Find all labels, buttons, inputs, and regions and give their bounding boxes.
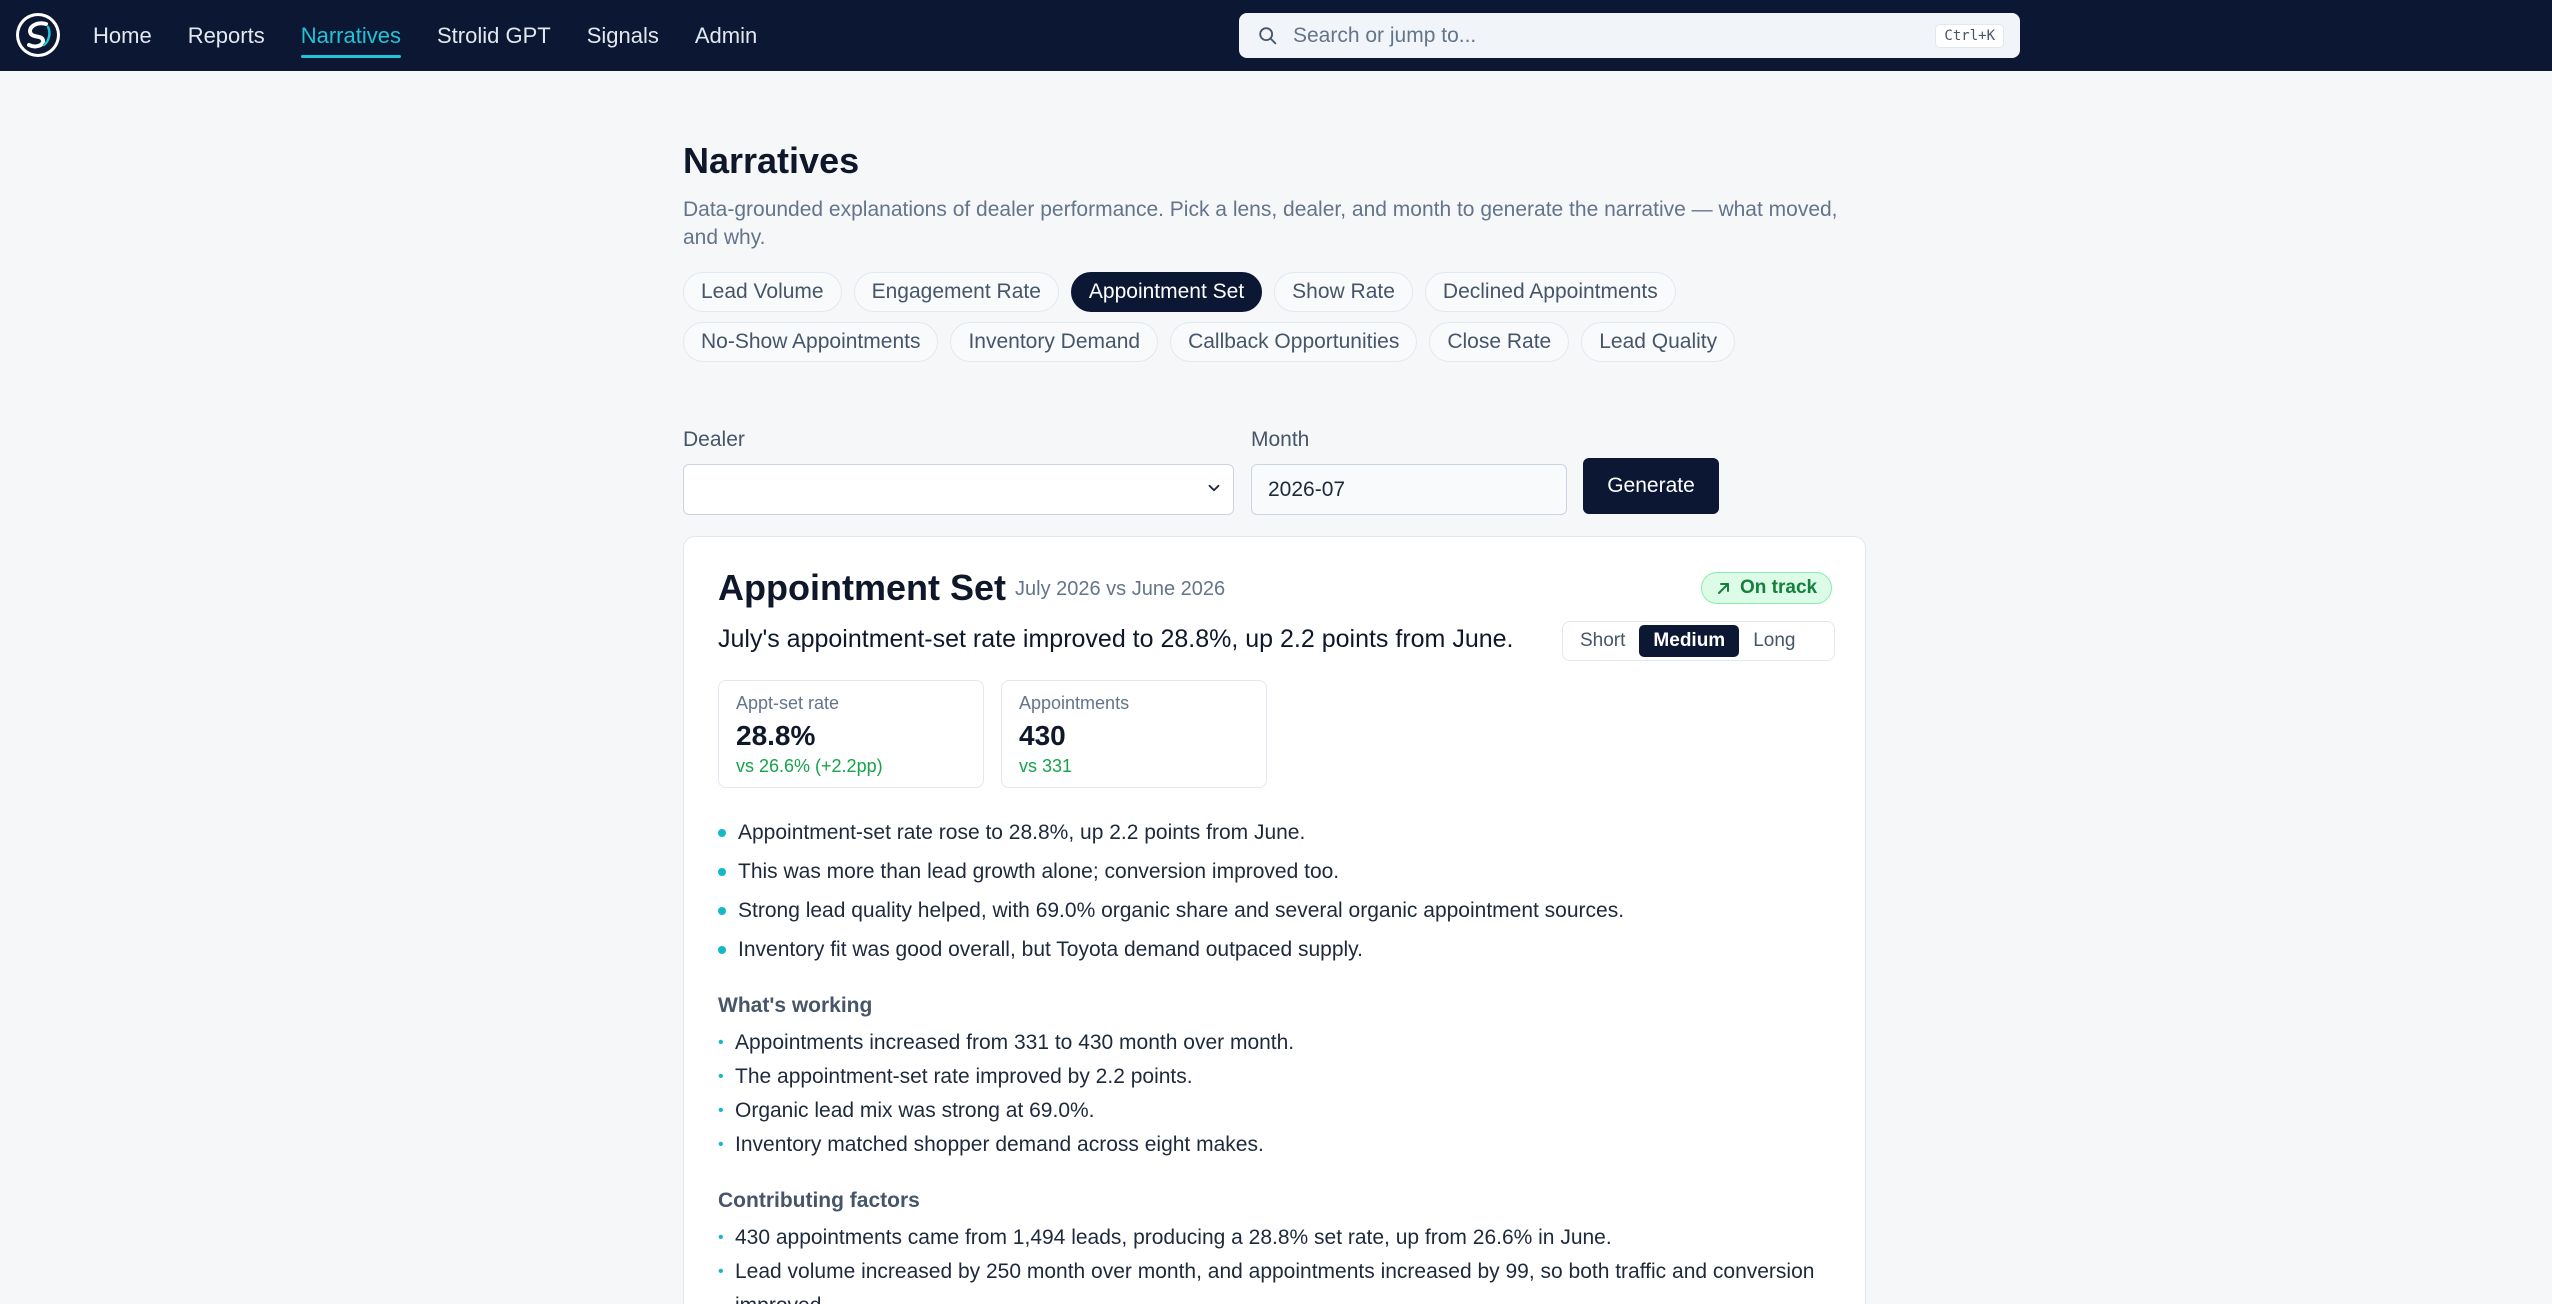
summary-text: Inventory fit was good overall, but Toyo… [738,938,1363,961]
metric-value: 430 [1019,720,1066,751]
narrative-card: Appointment Set July 2026 vs June 2026 O… [683,536,1866,1304]
metric-card-appointments: Appointments 430 vs 331 [1001,680,1267,788]
list-item-text: 430 appointments came from 1,494 leads, … [735,1226,1612,1249]
contributing-factors-heading: Contributing factors [718,1189,920,1212]
bullet-dot-icon: • [718,1263,724,1280]
narrative-title: Appointment Set [718,567,1006,608]
list-item-text: Lead volume increased by 250 month over … [735,1260,1815,1304]
bullet-dot-icon: • [718,1136,724,1153]
strolid-logo-icon[interactable] [16,13,60,57]
list-item: • The appointment-set rate improved by 2.… [718,1060,1818,1094]
nav-signals[interactable]: Signals [587,0,659,71]
whats-working-heading: What's working [718,994,873,1017]
status-badge: On track [1701,572,1833,604]
summary-item: Inventory fit was good overall, but Toyo… [718,938,1818,977]
dealer-label: Dealer [683,428,745,451]
list-item: • Lead volume increased by 250 month over… [718,1255,1818,1304]
dealer-select[interactable] [683,464,1234,515]
summary-text: Appointment-set rate rose to 28.8%, up 2… [738,821,1306,844]
month-label: Month [1251,428,1310,451]
length-short-button[interactable]: Short [1566,625,1639,657]
narrative-period: July 2026 vs June 2026 [1015,578,1226,600]
metric-delta: vs 26.6% (+2.2pp) [736,756,883,776]
main-nav: Home Reports Narratives Strolid GPT Sign… [93,0,793,71]
page-description: Data-grounded explanations of dealer per… [683,198,1838,249]
chevron-down-icon [1208,484,1220,492]
lens-row: Lead Volume Engagement Rate Appointment … [683,272,1866,312]
list-item-text: Inventory matched shopper demand across … [735,1133,1264,1156]
bullet-dot-icon [718,868,726,876]
lens-selector: Lead Volume Engagement Rate Appointment … [683,272,1866,362]
lens-chip-engagement-rate[interactable]: Engagement Rate [853,272,1059,312]
lens-chip-lead-quality[interactable]: Lead Quality [1581,322,1736,362]
month-input[interactable]: 2026-07 [1251,464,1567,515]
lens-chip-show-rate[interactable]: Show Rate [1274,272,1413,312]
page-title: Narratives [683,140,860,181]
summary-item: Appointment-set rate rose to 28.8%, up 2… [718,821,1818,860]
lens-chip-lead-volume[interactable]: Lead Volume [683,272,842,312]
bullet-dot-icon [718,907,726,915]
status-badge-label: On track [1740,577,1818,598]
bullet-dot-icon: • [718,1229,724,1246]
summary-text: Strong lead quality helped, with 69.0% o… [738,899,1625,922]
narrative-headline: July's appointment-set rate improved to … [718,625,1514,653]
nav-admin[interactable]: Admin [695,0,757,71]
nav-strolid-gpt[interactable]: Strolid GPT [437,0,551,71]
list-item: • 430 appointments came from 1,494 leads,… [718,1221,1818,1255]
bullet-dot-icon: • [718,1068,724,1085]
search-shortcut-hint: Ctrl+K [1935,23,2004,48]
search-input[interactable]: Search or jump to... Ctrl+K [1239,13,2020,58]
lens-chip-inventory-demand[interactable]: Inventory Demand [950,322,1159,362]
list-item: • Inventory matched shopper demand across… [718,1128,1818,1162]
metric-label: Appt-set rate [736,693,840,713]
metric-value: 28.8% [736,720,816,751]
lens-chip-no-show-appointments[interactable]: No-Show Appointments [683,322,939,362]
list-item-text: The appointment-set rate improved by 2.2… [735,1065,1193,1088]
lens-chip-declined-appointments[interactable]: Declined Appointments [1424,272,1676,312]
metric-delta: vs 331 [1019,756,1073,776]
bullet-dot-icon [718,829,726,837]
nav-home[interactable]: Home [93,0,152,71]
search-icon [1259,26,1277,44]
summary-text: This was more than lead growth alone; co… [738,860,1340,883]
lens-row: No-Show Appointments Inventory Demand Ca… [683,322,1866,362]
length-medium-button[interactable]: Medium [1639,625,1740,657]
search-placeholder: Search or jump to... [1293,23,1477,47]
bullet-dot-icon [718,946,726,954]
summary-bullets: Appointment-set rate rose to 28.8%, up 2… [718,821,1818,977]
nav-narratives[interactable]: Narratives [300,0,402,71]
main-content: Narratives Data-grounded explanations of… [683,140,1866,515]
metric-label: Appointments [1019,693,1130,713]
whats-working-list: • Appointments increased from 331 to 430 … [718,1026,1818,1162]
list-item-text: Appointments increased from 331 to 430 m… [735,1031,1295,1054]
bullet-dot-icon: • [718,1034,724,1051]
length-long-button[interactable]: Long [1739,625,1809,657]
trend-up-arrow-icon [1718,583,1729,594]
summary-item: This was more than lead growth alone; co… [718,860,1818,899]
generate-button[interactable]: Generate [1583,458,1719,514]
lens-chip-close-rate[interactable]: Close Rate [1429,322,1570,362]
summary-item: Strong lead quality helped, with 69.0% o… [718,899,1818,938]
list-item: • Appointments increased from 331 to 430 … [718,1026,1818,1060]
nav-reports[interactable]: Reports [188,0,265,71]
list-item: • Organic lead mix was strong at 69.0%. [718,1094,1818,1128]
metric-card-appt-set-rate: Appt-set rate 28.8% vs 26.6% (+2.2pp) [718,680,984,788]
list-item-text: Organic lead mix was strong at 69.0%. [735,1099,1095,1122]
lens-chip-callback-opportunities[interactable]: Callback Opportunities [1170,322,1418,362]
lens-chip-appointment-set[interactable]: Appointment Set [1070,272,1263,312]
length-toggle: Short Medium Long [1562,621,1835,661]
bullet-dot-icon: • [718,1102,724,1119]
top-nav-bar: Home Reports Narratives Strolid GPT Sign… [0,0,2552,71]
contributing-factors-list: • 430 appointments came from 1,494 leads,… [718,1221,1818,1304]
